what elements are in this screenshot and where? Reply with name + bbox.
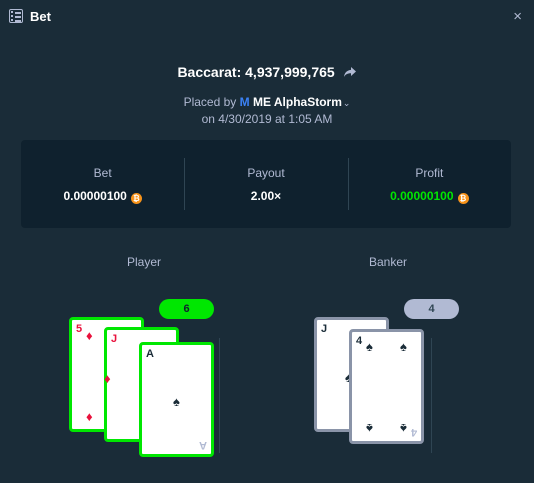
card-rank: 5 xyxy=(76,323,83,335)
divider xyxy=(431,338,432,453)
card-rank: 4 xyxy=(356,335,363,347)
close-icon[interactable]: × xyxy=(513,8,522,25)
player-label: Player xyxy=(126,255,161,269)
placed-by-line: Placed by M ME AlphaStorm⌄ xyxy=(0,95,534,109)
bet-list-icon xyxy=(9,9,23,23)
game-id-label: Baccarat: 4,937,999,765 xyxy=(177,64,335,80)
spade-icon: ♠ xyxy=(173,394,180,409)
placed-by-prefix: Placed by xyxy=(183,95,237,109)
diamond-icon: ♦ xyxy=(104,371,111,386)
modal-title: Bet xyxy=(30,9,51,24)
chevron-down-icon[interactable]: ⌄ xyxy=(343,98,351,109)
card-rank: J xyxy=(321,323,328,335)
stat-profit-value: 0.00000100 ₿ xyxy=(348,189,511,204)
spade-icon: ♠ xyxy=(400,339,407,354)
banker-score-badge: 4 xyxy=(404,299,459,319)
banker-label: Banker xyxy=(368,255,408,269)
bitcoin-icon: ₿ xyxy=(457,193,469,204)
stat-bet-value: 0.00000100 ₿ xyxy=(21,189,184,204)
diamond-icon: ♦ xyxy=(86,409,93,424)
card-rank: 4 xyxy=(410,426,417,438)
bet-amount: 0.00000100 xyxy=(63,189,127,203)
stat-bet: Bet 0.00000100 ₿ xyxy=(21,140,184,228)
profit-amount: 0.00000100 xyxy=(390,189,454,203)
stat-profit-label: Profit xyxy=(415,166,444,180)
bitcoin-icon: ₿ xyxy=(130,193,142,204)
player-score-badge: 6 xyxy=(159,299,214,319)
player-card-3: A ♠ A xyxy=(139,342,214,457)
stat-payout-value: 2.00× xyxy=(250,189,282,203)
card-rank: A xyxy=(199,439,207,451)
username-link[interactable]: ME AlphaStorm xyxy=(253,95,342,109)
stat-payout: Payout 2.00× xyxy=(184,140,347,228)
stat-payout-label: Payout xyxy=(247,166,285,180)
spade-icon: ♠ xyxy=(400,421,407,436)
stat-bet-label: Bet xyxy=(93,166,112,180)
card-rank: J xyxy=(111,333,118,345)
diamond-icon: ♦ xyxy=(86,328,93,343)
share-icon[interactable] xyxy=(343,66,357,78)
divider xyxy=(219,338,220,453)
stat-profit: Profit 0.00000100 ₿ xyxy=(347,140,511,228)
bet-date: on 4/30/2019 at 1:05 AM xyxy=(201,112,333,126)
game-id-line: Baccarat: 4,937,999,765 xyxy=(0,64,534,80)
spade-icon: ♠ xyxy=(366,421,373,436)
spade-icon: ♠ xyxy=(366,339,373,354)
bet-stats-panel: Bet 0.00000100 ₿ Payout 2.00× Profit 0.00… xyxy=(21,140,511,228)
user-rank-badge: M xyxy=(239,95,250,109)
card-rank: A xyxy=(146,348,154,360)
modal-header: Bet × xyxy=(0,0,534,36)
banker-card-2: 4 ♠ ♠ ♠ ♠ 4 xyxy=(349,329,424,444)
